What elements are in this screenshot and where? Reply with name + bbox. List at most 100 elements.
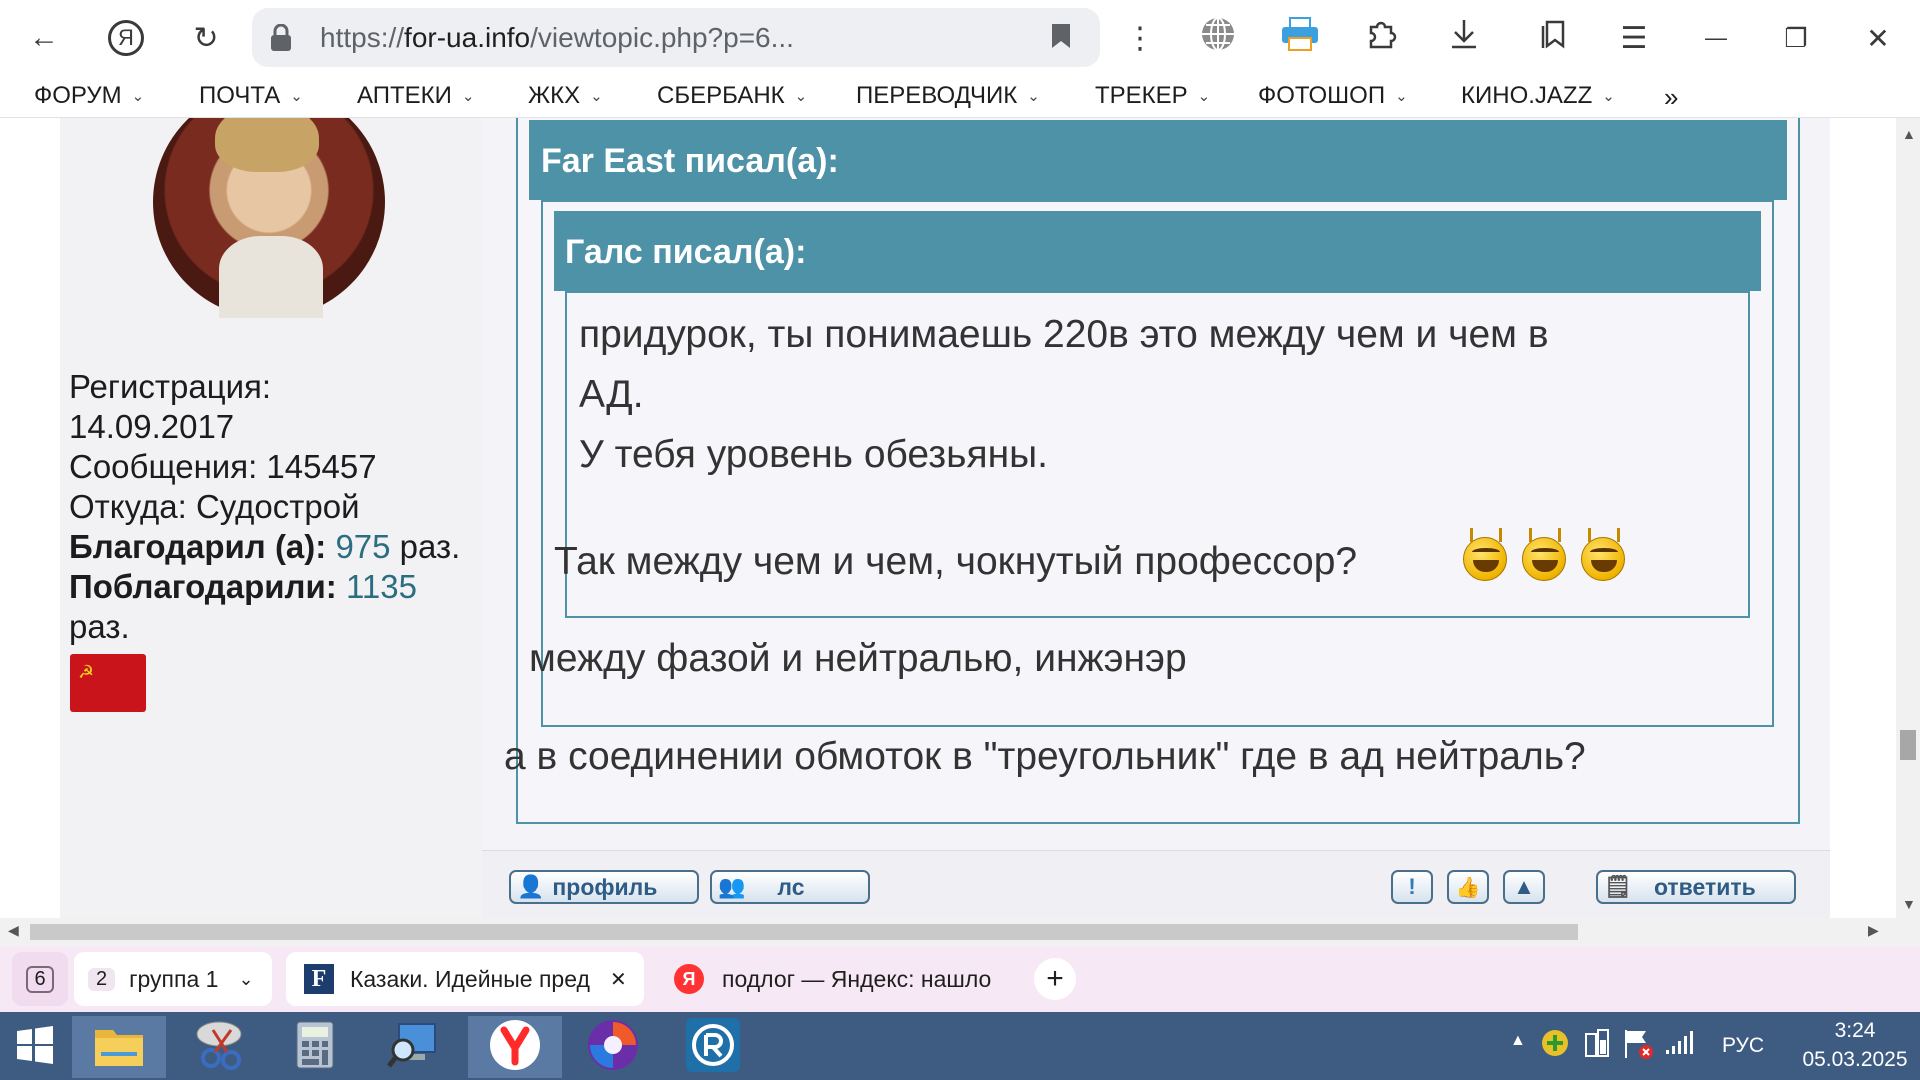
tray-clock[interactable]: 3:24 05.03.2025 xyxy=(1800,1016,1910,1074)
chevron-down-icon: ⌄ xyxy=(590,88,603,105)
user-was-thanked-unit: раз. xyxy=(69,608,130,645)
tray-overflow-button[interactable]: ▲ xyxy=(1510,1032,1526,1050)
profile-button[interactable]: 👤 профиль xyxy=(509,870,699,904)
yandex-browser-icon xyxy=(488,1018,542,1077)
vertical-scrollbar[interactable]: ▲ ▼ xyxy=(1896,118,1920,918)
minimize-icon: — xyxy=(1705,25,1727,50)
bookmark-photoshop[interactable]: ФОТОШОП ⌄ xyxy=(1258,82,1408,110)
private-message-button[interactable]: 👥 лс xyxy=(710,870,870,904)
tray-battery-icon[interactable] xyxy=(1582,1028,1612,1065)
print-button[interactable] xyxy=(1272,10,1328,66)
page-viewport: Регистрация: 14.09.2017 Сообщения: 14545… xyxy=(0,118,1896,918)
bookmark-kino-jazz[interactable]: КИНО.JAZZ ⌄ xyxy=(1461,82,1615,110)
tray-language-indicator[interactable]: РУС xyxy=(1722,1034,1764,1058)
vertical-scroll-thumb[interactable] xyxy=(1900,730,1916,760)
address-bar[interactable]: https://for-ua.info/viewtopic.php?p=6... xyxy=(252,8,1100,67)
new-tab-button[interactable]: + xyxy=(1034,958,1076,1000)
tab-count-button[interactable]: 6 xyxy=(12,952,68,1006)
bookmarks-overflow-button[interactable]: » xyxy=(1664,82,1678,113)
chevron-down-icon: ⌄ xyxy=(238,968,254,989)
bookmarks-bar: ФОРУМ ⌄ ПОЧТА ⌄ АПТЕКИ ⌄ ЖКХ ⌄ СБЕРБАНК ⌄ ПЕР… xyxy=(0,76,1920,118)
bookmark-sberbank[interactable]: СБЕРБАНК ⌄ xyxy=(657,82,807,110)
folder-icon xyxy=(93,1022,145,1073)
chevron-down-icon: ⌄ xyxy=(794,88,808,105)
user-location: Откуда: Судострой xyxy=(69,488,360,525)
tray-add-icon[interactable] xyxy=(1540,1028,1570,1063)
quote-outer-text: между фазой и нейтралью, инжэнэр xyxy=(529,637,1187,680)
taskbar-file-explorer[interactable] xyxy=(72,1016,166,1078)
taskbar-network-search[interactable] xyxy=(366,1016,460,1078)
quote-gals-header: Галс писал(а): xyxy=(554,211,1761,291)
reply-button[interactable]: 🗒 ответить xyxy=(1596,870,1796,904)
tab-yandex-search[interactable]: Я подлог — Яндекс: нашло xyxy=(660,952,1010,1006)
browser-menu-button[interactable]: ☰ xyxy=(1606,10,1662,66)
hamburger-icon: ☰ xyxy=(1620,21,1648,55)
user-message-count: Сообщения: 145457 xyxy=(69,448,377,485)
minimize-button[interactable]: — xyxy=(1688,10,1744,66)
report-button[interactable]: ! xyxy=(1391,870,1433,904)
taskbar-snipping-tool[interactable] xyxy=(172,1016,266,1078)
quote-far-east-reply-text: Так между чем и чем, чокнутый профессор? xyxy=(554,540,1358,583)
printer-icon xyxy=(1280,16,1320,60)
tray-signal-icon[interactable] xyxy=(1664,1028,1694,1061)
tray-action-center-flag-icon[interactable] xyxy=(1622,1028,1654,1065)
chevron-down-icon: ⌄ xyxy=(1602,88,1615,105)
taskbar-yandex-browser[interactable] xyxy=(468,1016,562,1078)
restore-icon: ❐ xyxy=(1784,22,1808,53)
scroll-down-arrow-icon[interactable]: ▼ xyxy=(1902,896,1916,912)
bookmark-pharmacy[interactable]: АПТЕКИ ⌄ xyxy=(357,82,474,110)
thanked-count-link[interactable]: 975 xyxy=(335,528,390,565)
users-icon: 👥 xyxy=(718,874,746,899)
yandex-home-button[interactable]: Я xyxy=(98,10,154,66)
tab-kazaki[interactable]: F Казаки. Идейные пред ✕ xyxy=(286,952,644,1006)
url-text: https://for-ua.info/viewtopic.php?p=6... xyxy=(320,22,794,53)
scroll-up-arrow-icon[interactable]: ▲ xyxy=(1902,126,1916,142)
bookmark-translator[interactable]: ПЕРЕВОДЧИК ⌄ xyxy=(856,82,1040,110)
bookmark-mail[interactable]: ПОЧТА ⌄ xyxy=(199,82,303,110)
horizontal-scrollbar[interactable]: ◀ ▶ xyxy=(0,918,1920,946)
bookmark-utilities[interactable]: ЖКХ ⌄ xyxy=(528,82,603,110)
bookmark-tracker[interactable]: ТРЕКЕР ⌄ xyxy=(1095,82,1210,110)
page-menu-button[interactable]: ⋮ xyxy=(1112,10,1168,66)
user-registration-date: 14.09.2017 xyxy=(69,408,235,445)
clock-date: 05.03.2025 xyxy=(1802,1048,1908,1071)
downloads-button[interactable] xyxy=(1436,10,1492,66)
browser-tab-bar: 6 2 группа 1 ⌄ F Казаки. Идейные пред ✕ … xyxy=(0,946,1920,1012)
thumbs-up-icon: 👍 xyxy=(1455,876,1481,899)
close-tab-icon[interactable]: ✕ xyxy=(610,967,627,992)
yandex-icon: Я xyxy=(108,20,144,56)
start-button[interactable] xyxy=(0,1016,70,1078)
taskbar-r-app[interactable] xyxy=(666,1016,760,1078)
laughing-smiley-icon xyxy=(1463,528,1507,581)
thanks-button[interactable]: 👍 xyxy=(1447,870,1489,904)
close-window-button[interactable]: ✕ xyxy=(1850,10,1906,66)
taskbar-calculator[interactable] xyxy=(268,1016,362,1078)
laughing-smiley-icon xyxy=(1581,528,1625,581)
r-app-icon xyxy=(684,1016,742,1079)
arrow-up-icon: ▲ xyxy=(1513,874,1535,899)
restore-button[interactable]: ❐ xyxy=(1768,10,1824,66)
extensions-button[interactable] xyxy=(1354,10,1410,66)
collections-button[interactable] xyxy=(1526,10,1582,66)
avatar-shirt xyxy=(219,236,323,318)
back-button[interactable]: ← xyxy=(16,10,72,66)
tab-group-1[interactable]: 2 группа 1 ⌄ xyxy=(74,952,272,1006)
was-thanked-count-link[interactable]: 1135 xyxy=(346,568,417,605)
collections-icon xyxy=(1539,18,1569,58)
scroll-top-button[interactable]: ▲ xyxy=(1503,870,1545,904)
chevron-down-icon: ⌄ xyxy=(1027,88,1040,105)
reload-button[interactable]: ↻ xyxy=(178,10,234,66)
plus-icon: + xyxy=(1046,962,1064,995)
chevron-down-icon: ⌄ xyxy=(131,88,145,105)
avatar-hair xyxy=(215,118,319,172)
ussr-flag-icon: ☭ xyxy=(70,654,146,712)
horizontal-scroll-thumb[interactable] xyxy=(30,924,1578,940)
translate-button[interactable] xyxy=(1190,10,1246,66)
post-reply-text: а в соединении обмоток в "треугольник" г… xyxy=(504,735,1586,778)
taskbar-color-app[interactable] xyxy=(566,1016,660,1078)
scroll-right-arrow-icon[interactable]: ▶ xyxy=(1868,922,1879,939)
scroll-left-arrow-icon[interactable]: ◀ xyxy=(8,922,19,939)
bookmark-icon[interactable] xyxy=(1050,22,1072,55)
kebab-menu-icon: ⋮ xyxy=(1125,21,1155,55)
bookmark-forum[interactable]: ФОРУМ ⌄ xyxy=(34,82,144,110)
